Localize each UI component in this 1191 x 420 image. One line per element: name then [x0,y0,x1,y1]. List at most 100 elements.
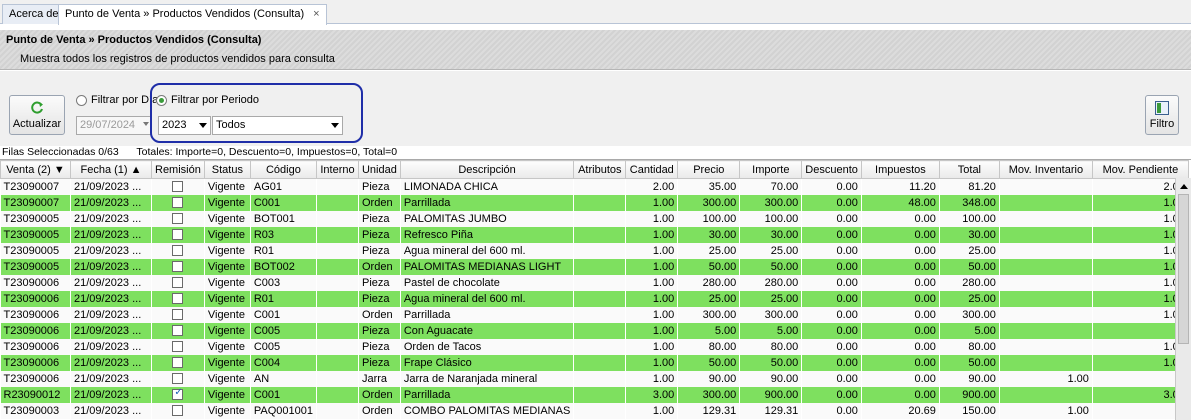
venta-cell: T23090006 [0,290,71,307]
col-header-descripcion[interactable]: Descripción [399,160,575,179]
remision-cell[interactable] [151,258,205,275]
col-header-unidad[interactable]: Unidad [357,160,401,179]
codigo-cell: R01 [250,242,317,259]
remision-checkbox[interactable] [172,373,184,385]
col-header-fecha[interactable]: Fecha (1) ▲ [70,160,152,179]
remision-checkbox[interactable] [172,261,184,273]
col-header-impuestos[interactable]: Impuestos [860,160,940,179]
remision-cell[interactable] [151,178,205,195]
col-header-remision[interactable]: Remisión [151,160,205,179]
table-row[interactable]: T23090007 21/09/2023 ... Vigente C001 Orden P… [0,194,1189,211]
remision-checkbox[interactable] [172,405,184,417]
table-row[interactable]: T23090006 21/09/2023 ... Vigente AN Jarra Jar… [0,370,1189,387]
filter-by-day-radio[interactable]: Filtrar por Día [76,94,161,106]
remision-cell[interactable] [151,354,205,371]
col-header-status[interactable]: Status [203,160,251,179]
refresh-button[interactable]: Actualizar [9,95,65,135]
importe-cell: 900.00 [739,386,802,403]
importe-cell: 50.00 [739,258,802,275]
fecha-cell: 21/09/2023 ... [70,354,152,371]
remision-cell[interactable] [151,226,205,243]
table-row[interactable]: T23090006 21/09/2023 ... Vigente C003 Pieza P… [0,274,1189,291]
interno-cell [316,386,359,403]
remision-cell[interactable] [151,306,205,323]
scroll-thumb[interactable] [1178,194,1189,344]
vertical-scrollbar[interactable] [1175,178,1191,420]
codigo-cell: PAQ001001 [250,402,317,419]
remision-cell[interactable] [151,210,205,227]
remision-checkbox[interactable] [172,229,184,241]
tab-productos-vendidos[interactable]: Punto de Venta » Productos Vendidos (Con… [58,4,327,25]
descuento-cell: 0.00 [801,402,862,419]
remision-cell[interactable] [151,322,205,339]
importe-cell: 100.00 [739,210,802,227]
col-header-cantidad[interactable]: Cantidad [625,160,679,179]
atributos-cell [573,338,626,355]
filter-button[interactable]: Filtro [1145,95,1179,135]
col-header-total[interactable]: Total [938,160,1000,179]
table-row[interactable]: T23090006 21/09/2023 ... Vigente C004 Pieza F… [0,354,1189,371]
table-row[interactable]: T23090003 21/09/2023 ... Vigente PAQ001001 O… [0,402,1189,419]
col-header-venta[interactable]: Venta (2) ▼ [0,160,71,179]
table-row[interactable]: T23090005 21/09/2023 ... Vigente R01 Pieza Ag… [0,242,1189,259]
codigo-cell: C001 [250,386,317,403]
remision-checkbox[interactable] [172,245,184,257]
col-header-precio[interactable]: Precio [677,160,741,179]
table-row[interactable]: T23090006 21/09/2023 ... Vigente C001 Orden P… [0,306,1189,323]
table-row[interactable]: T23090006 21/09/2023 ... Vigente C005 Pieza C… [0,322,1189,339]
table-row[interactable]: T23090005 21/09/2023 ... Vigente BOT001 Piez… [0,210,1189,227]
col-header-descuento[interactable]: Descuento [801,160,862,179]
tab-acerca-de[interactable]: Acerca de [2,4,66,24]
descuento-cell: 0.00 [801,290,862,307]
status-cell: Vigente [204,274,251,291]
remision-checkbox[interactable] [172,357,184,369]
remision-cell[interactable] [151,274,205,291]
date-dropdown-icon[interactable] [143,122,149,126]
col-header-atributos[interactable]: Atributos [573,160,627,179]
remision-checkbox[interactable] [172,341,184,353]
remision-cell[interactable] [151,402,205,419]
interno-cell [316,242,359,259]
mov-pendiente-cell: 1.00 [1092,226,1189,243]
highlight-annotation [150,83,363,143]
col-header-codigo[interactable]: Código [249,160,317,179]
date-field[interactable]: 29/07/2024 [76,116,152,135]
precio-cell: 30.00 [677,226,740,243]
remision-checkbox[interactable] [172,325,184,337]
table-row[interactable]: T23090007 21/09/2023 ... Vigente AG01 Pieza L… [0,178,1189,195]
remision-checkbox[interactable] [172,213,184,225]
impuestos-cell: 0.00 [861,338,940,355]
table-row[interactable]: T23090005 21/09/2023 ... Vigente BOT002 Orde… [0,258,1189,275]
remision-checkbox[interactable] [172,197,184,209]
remision-cell[interactable] [151,242,205,259]
table-row[interactable]: T23090005 21/09/2023 ... Vigente R03 Pieza Re… [0,226,1189,243]
interno-cell [316,338,359,355]
importe-cell: 25.00 [739,290,802,307]
remision-checkbox[interactable] [172,181,184,193]
remision-cell[interactable] [151,290,205,307]
scroll-up-icon[interactable] [1180,184,1188,189]
table-row[interactable]: R2309001221/09/2023 ... VigenteC001 OrdenP… [0,386,1189,403]
remision-checkbox[interactable] [172,387,184,401]
table-row[interactable]: T23090006 21/09/2023 ... Vigente R01 Pieza Ag… [0,290,1189,307]
col-header-mov-pendiente[interactable]: Mov. Pendiente [1091,160,1189,179]
descuento-cell: 0.00 [801,370,862,387]
remision-checkbox[interactable] [172,293,184,305]
table-row[interactable]: T23090006 21/09/2023 ... Vigente C005 Pieza O… [0,338,1189,355]
col-header-mov-inventario[interactable]: Mov. Inventario [998,160,1093,179]
remision-cell[interactable] [151,194,205,211]
remision-checkbox[interactable] [172,309,184,321]
cantidad-cell: 1.00 [625,194,678,211]
remision-cell[interactable] [151,386,205,403]
col-header-importe[interactable]: Importe [739,160,803,179]
remision-checkbox[interactable] [172,277,184,289]
remision-cell[interactable] [151,338,205,355]
venta-cell: T23090006 [0,370,71,387]
col-header-interno[interactable]: Interno [315,160,359,179]
close-icon[interactable]: × [313,8,319,20]
venta-cell: T23090007 [0,178,71,195]
atributos-cell [573,210,626,227]
importe-cell: 50.00 [739,354,802,371]
remision-cell[interactable] [151,370,205,387]
mov-inventario-cell [999,386,1093,403]
